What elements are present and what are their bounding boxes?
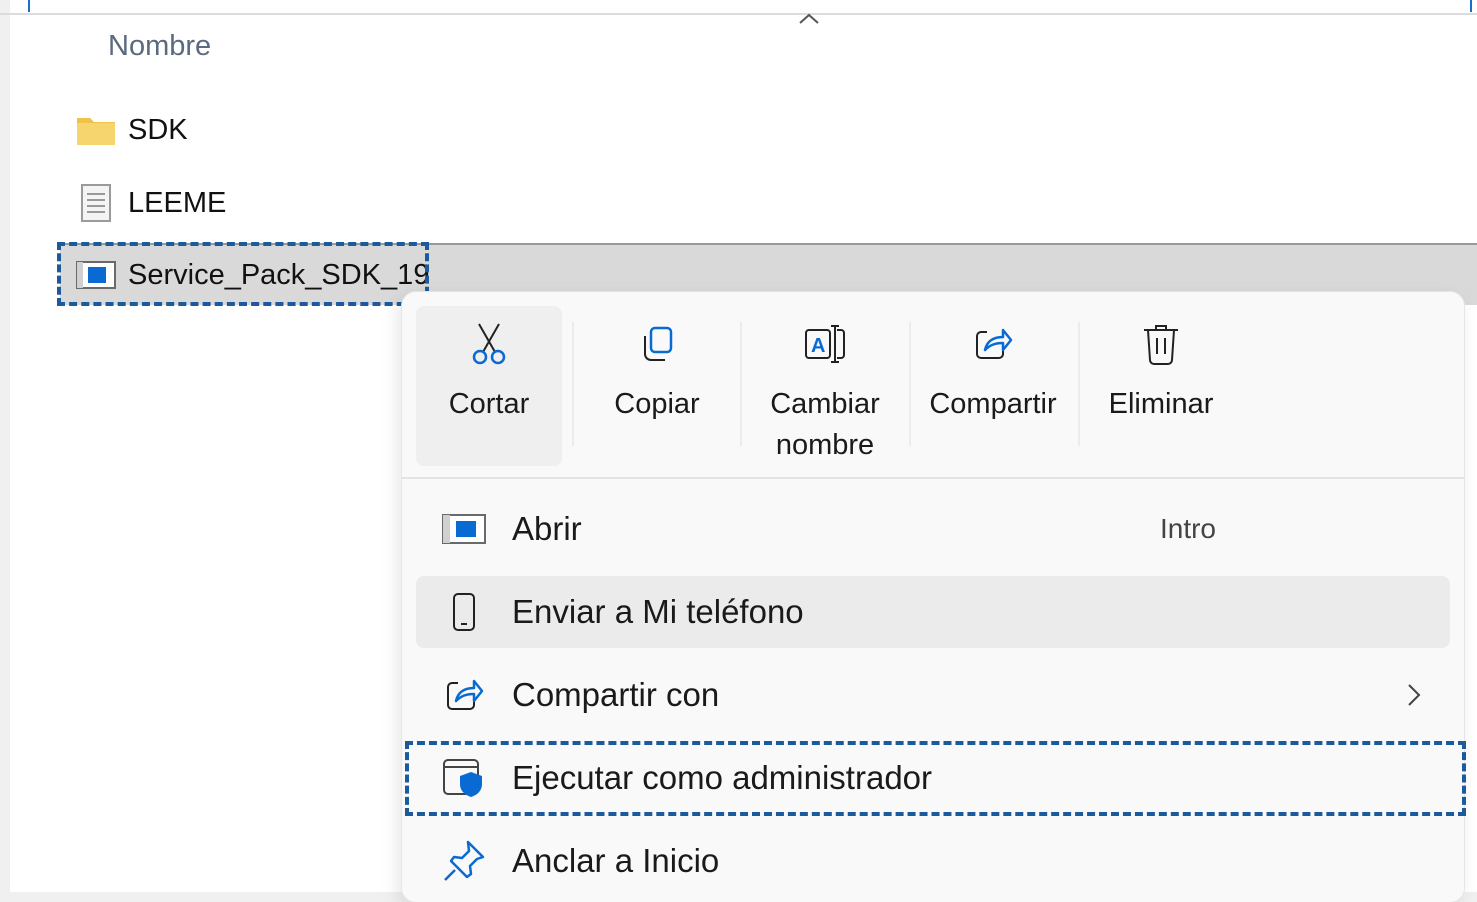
menu-item-label: Abrir xyxy=(512,510,582,547)
cut-label: Cortar xyxy=(448,388,530,420)
toolbar-separator xyxy=(1078,322,1080,446)
menu-item-send-to-phone[interactable]: Enviar a Mi teléfono xyxy=(416,576,1450,648)
copy-icon xyxy=(635,322,679,366)
toolbar-separator xyxy=(740,322,742,446)
toolbar-separator xyxy=(909,322,911,446)
menu-item-share-with[interactable]: Compartir con xyxy=(416,659,1450,731)
folder-icon xyxy=(76,110,116,150)
menu-item-label: Enviar a Mi teléfono xyxy=(512,593,804,630)
svg-text:A: A xyxy=(811,335,825,357)
sort-ascending-icon[interactable] xyxy=(797,10,821,26)
column-header-name[interactable]: Nombre xyxy=(108,30,211,63)
header-divider xyxy=(0,13,1477,15)
share-icon xyxy=(440,671,488,719)
copy-button[interactable]: Copiar xyxy=(584,306,730,466)
copy-label: Copiar xyxy=(614,388,700,420)
delete-button[interactable]: Eliminar xyxy=(1088,306,1234,466)
text-document-icon xyxy=(76,183,116,223)
toolbar-separator xyxy=(572,322,574,446)
file-name: LEEME xyxy=(128,186,227,219)
file-row-sdk[interactable]: SDK xyxy=(76,100,188,160)
file-name: SDK xyxy=(128,113,188,146)
menu-item-pin-to-start[interactable]: Anclar a Inicio xyxy=(416,825,1450,897)
trash-icon xyxy=(1139,322,1183,366)
share-button[interactable]: Compartir xyxy=(920,306,1066,466)
menu-item-label: Compartir con xyxy=(512,676,720,713)
scissors-icon xyxy=(467,322,511,366)
application-icon xyxy=(440,505,488,553)
rename-icon: A xyxy=(803,322,847,366)
rename-button[interactable]: A Cambiar nombre xyxy=(752,306,898,466)
delete-label: Eliminar xyxy=(1108,388,1214,420)
share-label: Compartir xyxy=(929,388,1057,420)
rename-label: Cambiar nombre xyxy=(770,388,880,461)
pin-icon xyxy=(440,837,488,885)
share-icon xyxy=(971,322,1015,366)
file-row-leeme[interactable]: LEEME xyxy=(76,173,226,233)
menu-item-label: Anclar a Inicio xyxy=(512,842,720,879)
context-menu-toolbar: Cortar Copiar A Cambiar nombre Compartir… xyxy=(416,306,1256,466)
focus-mark-right xyxy=(1470,0,1472,12)
menu-item-open[interactable]: Abrir Intro xyxy=(416,493,1450,565)
focus-mark-left xyxy=(28,0,30,12)
cut-button[interactable]: Cortar xyxy=(416,306,562,466)
menu-divider xyxy=(402,477,1464,479)
phone-icon xyxy=(440,588,488,636)
shortcut-hint: Intro xyxy=(1159,513,1216,544)
chevron-right-icon xyxy=(1408,684,1421,706)
callout-highlight-file xyxy=(57,242,429,306)
callout-highlight-run-as-admin xyxy=(405,741,1466,816)
